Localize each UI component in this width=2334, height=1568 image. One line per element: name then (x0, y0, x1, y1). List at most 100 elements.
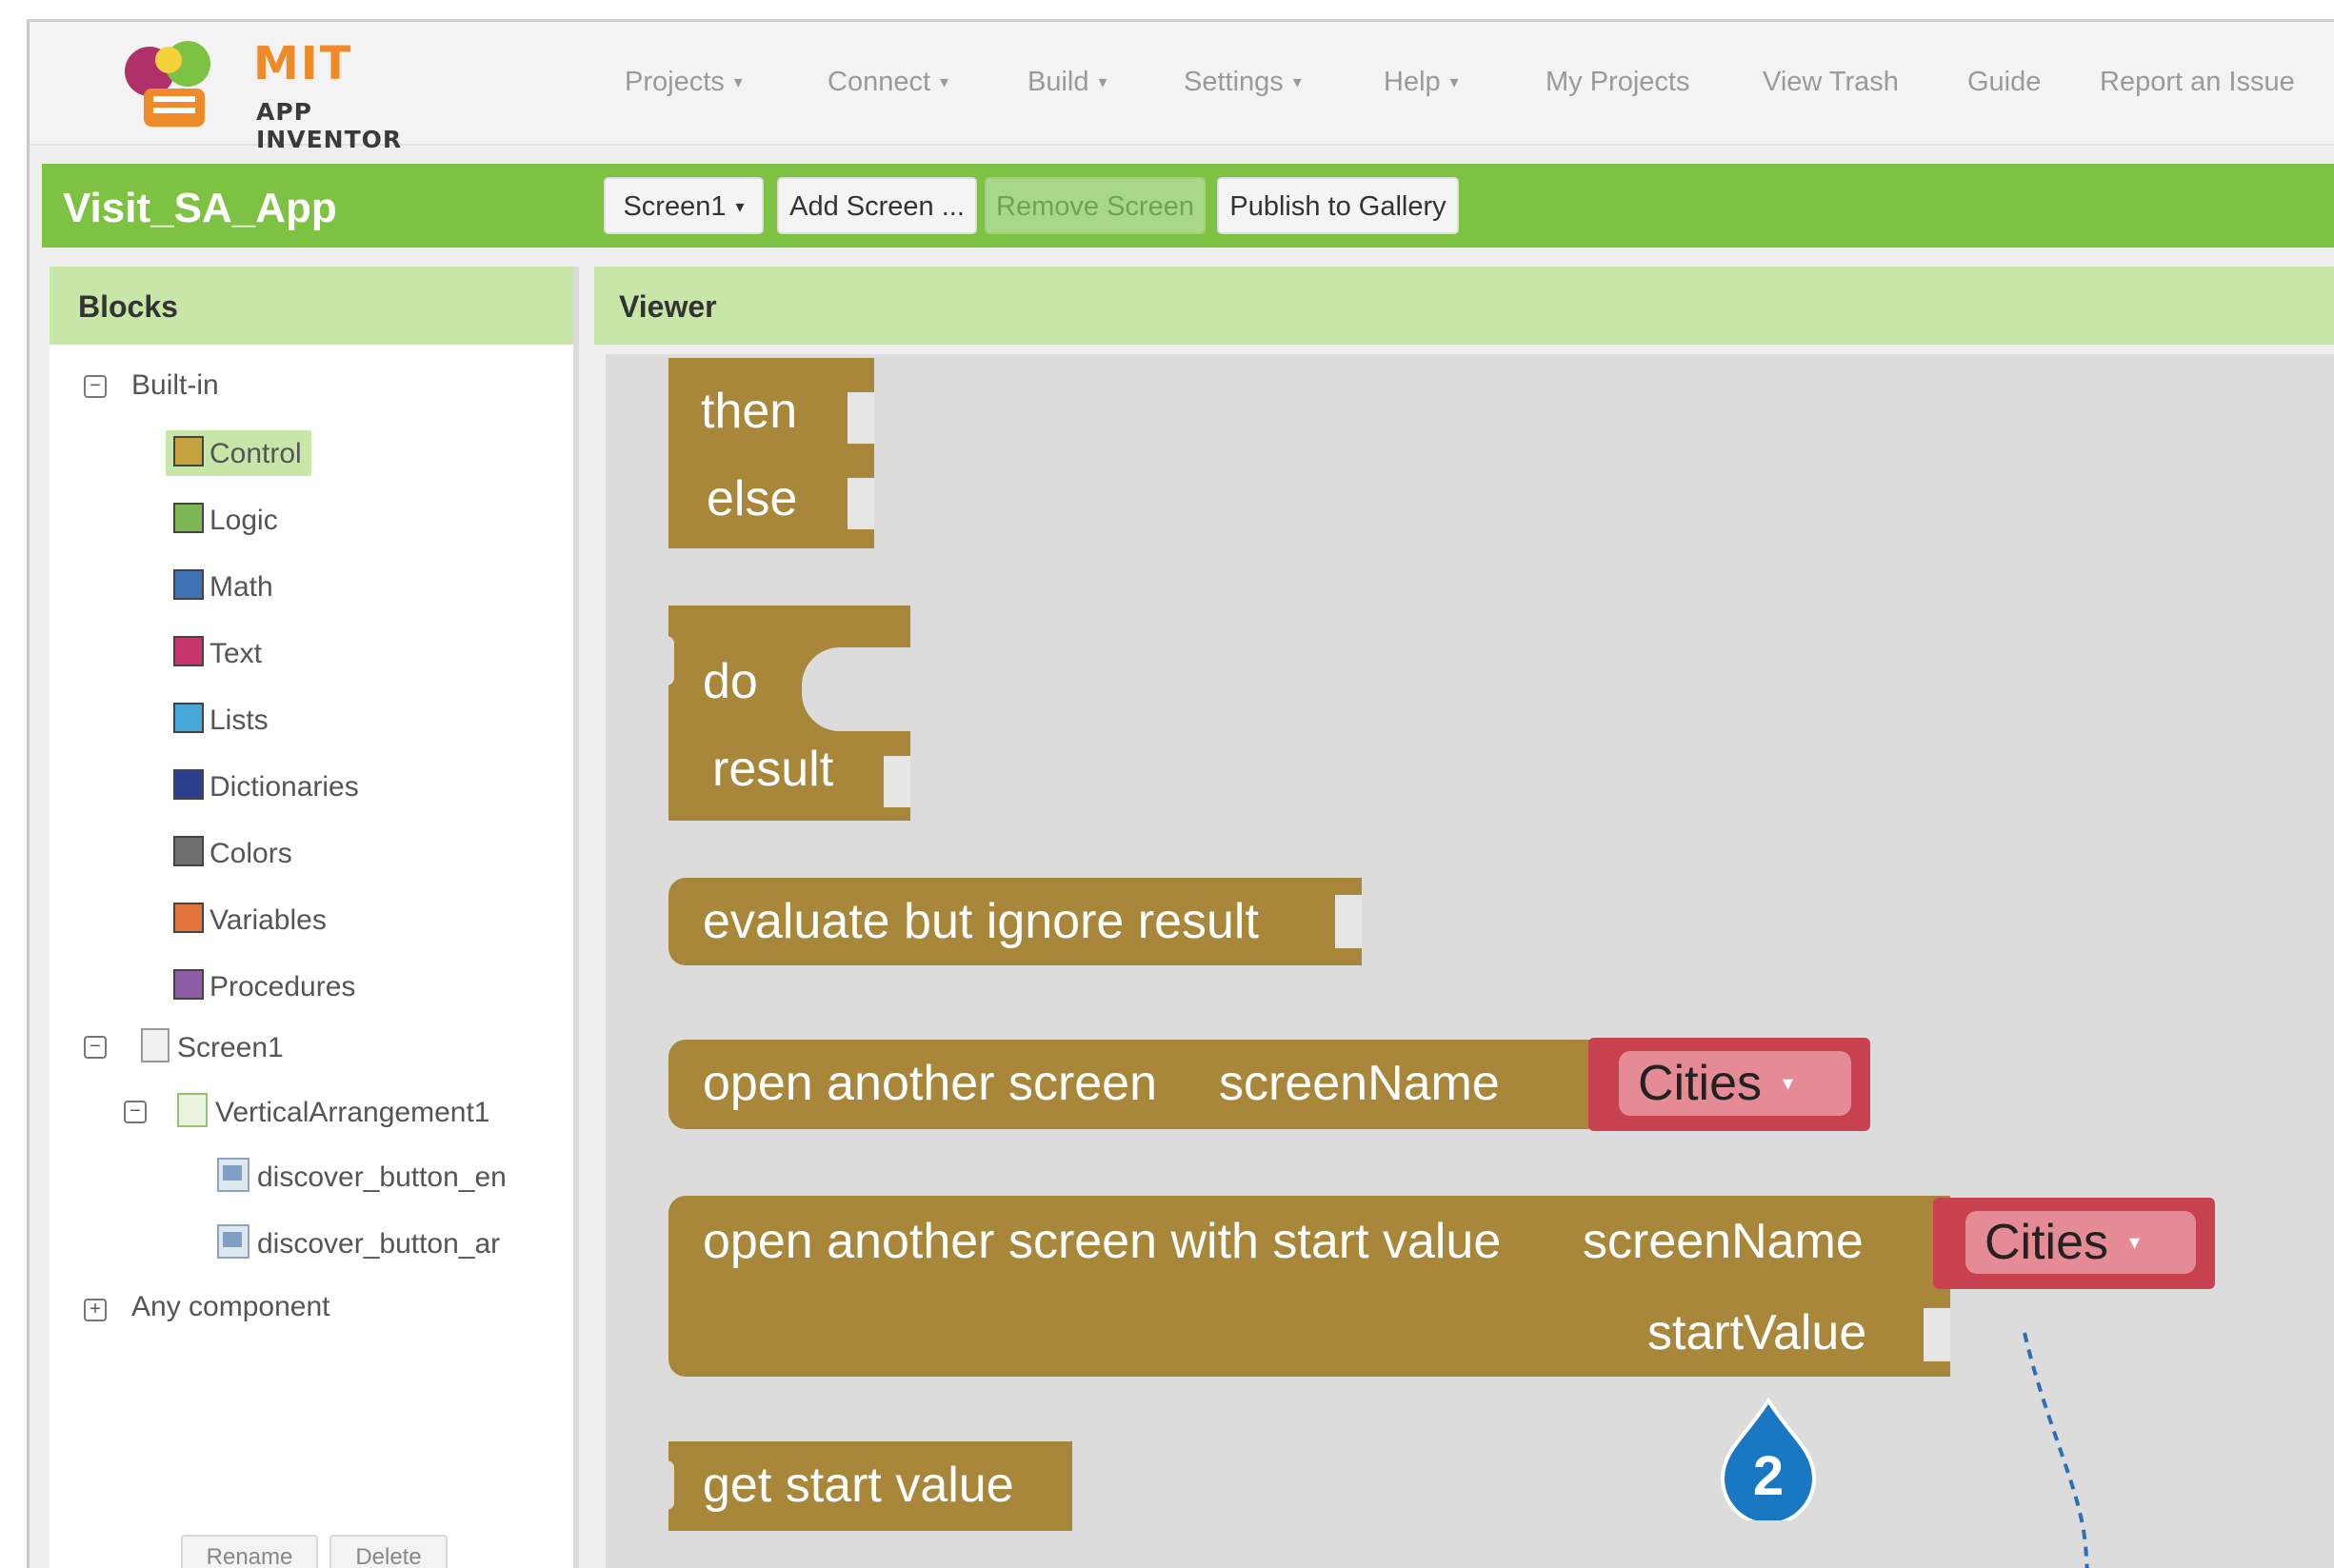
cities-dropdown[interactable]: Cities ▾ (1619, 1051, 1851, 1116)
statement-slot (802, 647, 910, 731)
step-number: 2 (1752, 1445, 1785, 1507)
block-do-label: do (703, 654, 758, 709)
block-screenname-label: screenName (1583, 1214, 1864, 1269)
tree-label: discover_button_en (257, 1161, 507, 1193)
nav-my-projects[interactable]: My Projects (1546, 67, 1689, 98)
builtin-label: Dictionaries (209, 771, 359, 803)
tree-discover-button-ar[interactable]: discover_button_ar (217, 1224, 500, 1260)
remove-screen-button[interactable]: Remove Screen (985, 177, 1206, 234)
tree-label: VerticalArrangement1 (215, 1097, 490, 1128)
step-badge: 2 (1719, 1397, 1818, 1520)
builtin-variables[interactable]: Variables (173, 903, 327, 937)
block-then-label: then (701, 384, 798, 439)
block-get-start-value-label: get start value (703, 1458, 1014, 1513)
builtin-label: Text (209, 638, 263, 669)
builtin-lists[interactable]: Lists (173, 703, 269, 737)
block-open-screen-start-label: open another screen with start value (703, 1214, 1502, 1269)
collapse-icon[interactable]: − (84, 1036, 107, 1059)
builtin-text[interactable]: Text (173, 636, 262, 670)
builtin-logic[interactable]: Logic (173, 503, 278, 537)
collapse-icon[interactable]: − (124, 1101, 147, 1123)
logo-subtitle: APP INVENTOR (256, 98, 403, 153)
nav-label: Settings (1184, 67, 1284, 97)
math-swatch-icon (173, 569, 204, 600)
tree-builtin[interactable]: Built-in (131, 369, 219, 402)
if-then-else-block[interactable]: then else (668, 358, 874, 548)
tree-label: discover_button_ar (257, 1228, 501, 1260)
nav-view-trash[interactable]: View Trash (1763, 67, 1899, 98)
app-logo[interactable]: MIT APP INVENTOR (115, 31, 458, 153)
publish-gallery-button[interactable]: Publish to Gallery (1217, 177, 1459, 234)
builtin-label: Math (209, 571, 273, 603)
project-toolbar: Visit_SA_App Screen1 ▾ Add Screen ... Rem… (42, 164, 2334, 248)
nav-report-issue[interactable]: Report an Issue (2100, 67, 2295, 98)
collapse-icon[interactable]: − (84, 375, 107, 398)
nav-help[interactable]: Help ▾ (1384, 67, 1459, 98)
logo-title: MIT (253, 37, 353, 90)
chevron-down-icon: ▾ (1449, 72, 1459, 91)
nav-projects[interactable]: Projects ▾ (625, 67, 743, 98)
screen-name-text-block[interactable]: Cities ▾ (1588, 1038, 1870, 1131)
screen-select-button[interactable]: Screen1 ▾ (604, 177, 764, 234)
input-socket (1924, 1308, 1950, 1361)
builtin-label: Variables (209, 904, 327, 936)
input-socket (848, 392, 874, 444)
dictionaries-swatch-icon (173, 769, 204, 800)
nav-settings[interactable]: Settings ▾ (1184, 67, 1302, 98)
builtin-procedures[interactable]: Procedures (173, 969, 355, 1003)
nav-label: Projects (625, 67, 725, 97)
nav-label: Build (1027, 67, 1089, 97)
add-screen-button[interactable]: Add Screen ... (777, 177, 977, 234)
chevron-down-icon: ▾ (2129, 1230, 2141, 1254)
output-plug (642, 636, 674, 685)
blocks-panel-header: Blocks (50, 267, 573, 345)
builtin-control[interactable]: Control (166, 430, 311, 476)
colors-swatch-icon (173, 836, 204, 866)
get-start-value-block[interactable]: get start value (642, 1441, 1072, 1531)
button-component-icon (217, 1224, 249, 1259)
open-screen-start-value-block[interactable]: open another screen with start value scr… (668, 1196, 1950, 1377)
rename-button[interactable]: Rename (181, 1535, 318, 1568)
builtin-label: Procedures (209, 971, 356, 1002)
top-nav-bar: MIT APP INVENTOR Projects ▾ Connect ▾ Buil… (30, 22, 2334, 153)
nav-connect[interactable]: Connect ▾ (828, 67, 948, 98)
output-plug (642, 1460, 674, 1510)
chevron-down-icon: ▾ (1292, 72, 1302, 91)
cities-dropdown-2[interactable]: Cities ▾ (1965, 1211, 2196, 1274)
dropdown-value: Cities (1985, 1215, 2109, 1270)
tree-any-component[interactable]: Any component (131, 1291, 329, 1323)
screen-icon (141, 1028, 170, 1062)
connector-dashed-line (2023, 1332, 2089, 1568)
app-inventor-logo-icon (125, 41, 210, 127)
tree-screen1[interactable]: Screen1 (141, 1028, 284, 1064)
block-evaluate-label: evaluate but ignore result (703, 894, 1259, 949)
evaluate-ignore-block[interactable]: evaluate but ignore result (668, 878, 1362, 965)
open-screen-block[interactable]: open another screen screenName (668, 1040, 1602, 1129)
tree-vertical-arrangement[interactable]: VerticalArrangement1 (177, 1093, 490, 1129)
builtin-math[interactable]: Math (173, 569, 273, 604)
nav-label: Connect (828, 67, 931, 97)
viewer-header: Viewer (594, 267, 2334, 345)
blocks-panel: Blocks − Built-in Control Logic Math Tex… (50, 267, 579, 1568)
chevron-down-icon: ▾ (1783, 1071, 1794, 1095)
builtin-label: Lists (209, 705, 269, 736)
expand-icon[interactable]: + (84, 1299, 107, 1321)
chevron-down-icon: ▾ (735, 197, 745, 216)
nav-guide[interactable]: Guide (1967, 67, 2041, 98)
block-startvalue-label: startValue (1647, 1305, 1867, 1360)
nav-build[interactable]: Build ▾ (1027, 67, 1107, 98)
builtin-colors[interactable]: Colors (173, 836, 292, 870)
do-result-block[interactable]: do result (642, 605, 910, 821)
builtin-label: Colors (209, 838, 292, 869)
tree-discover-button-en[interactable]: discover_button_en (217, 1158, 507, 1194)
lists-swatch-icon (173, 703, 204, 733)
screen-select-label: Screen1 (623, 191, 727, 222)
button-component-icon (217, 1158, 249, 1192)
delete-button[interactable]: Delete (329, 1535, 448, 1568)
input-socket (1335, 895, 1362, 948)
variables-swatch-icon (173, 903, 204, 933)
screen-name-text-block-2[interactable]: Cities ▾ (1933, 1198, 2215, 1289)
blocks-title: Blocks (78, 289, 178, 324)
nav-label: Help (1384, 67, 1441, 97)
builtin-dictionaries[interactable]: Dictionaries (173, 769, 359, 804)
